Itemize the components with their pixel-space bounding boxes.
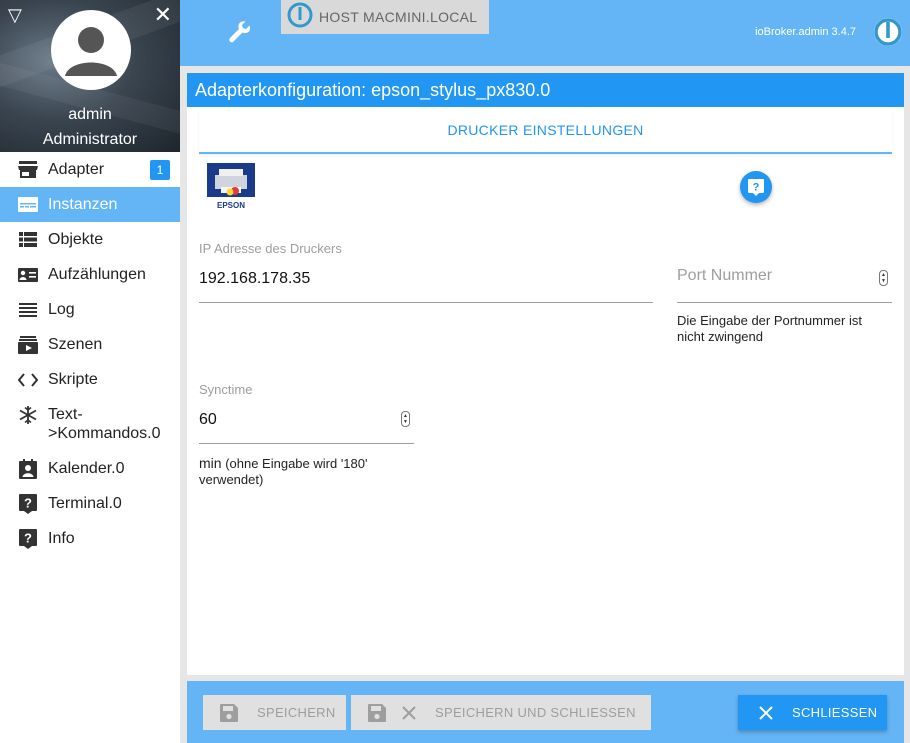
sidebar-item-skripte[interactable]: Skripte xyxy=(0,362,180,397)
synctime-label: Synctime xyxy=(199,382,253,397)
synctime-unit: min xyxy=(199,455,222,471)
avatar xyxy=(51,10,131,90)
close-button[interactable]: SCHLIESSEN xyxy=(738,695,887,730)
wrench-icon[interactable] xyxy=(228,20,252,44)
save-icon xyxy=(367,703,387,723)
synctime-helper-text: (ohne Eingabe wird '180' verwendet) xyxy=(199,456,368,487)
close-icon xyxy=(399,703,419,723)
synctime-underline xyxy=(199,443,414,444)
svg-text:?: ? xyxy=(753,181,760,193)
sidebar-item-terminal[interactable]: ? Terminal.0 xyxy=(0,486,180,521)
top-bar: HOST MACMINI.LOCAL ioBroker.admin 3.4.7 xyxy=(180,0,910,66)
synctime-input[interactable]: 60 xyxy=(199,411,217,429)
sidebar-nav: Adapter 1 Instanzen Objekte Aufzählungen xyxy=(0,152,180,556)
sidebar-item-text-kommandos[interactable]: Text->Kommandos.0 xyxy=(0,397,180,451)
version-label: ioBroker.admin 3.4.7 xyxy=(755,26,856,38)
user-role: Administrator xyxy=(42,131,138,148)
tab-bar: DRUCKER EINSTELLUNGEN xyxy=(199,107,892,154)
list-icon xyxy=(18,230,38,249)
host-label: HOST MACMINI.LOCAL xyxy=(319,9,478,25)
log-icon xyxy=(18,300,38,319)
sidebar: ▽ ✕ admin Administrator Adapter 1 Instan… xyxy=(0,0,180,743)
sidebar-item-log[interactable]: Log xyxy=(0,292,180,327)
code-icon xyxy=(18,370,38,389)
sidebar-item-label: Terminal.0 xyxy=(48,495,122,512)
save-close-label: SPEICHERN UND SCHLIESSEN xyxy=(435,705,636,720)
sidebar-item-label: Objekte xyxy=(48,231,104,248)
epson-adapter-logo: EPSON xyxy=(207,163,255,211)
sidebar-item-label: Adapter xyxy=(48,161,105,178)
sidebar-item-label: Skripte xyxy=(48,371,98,388)
save-and-close-button[interactable]: SPEICHERN UND SCHLIESSEN xyxy=(351,695,651,730)
ip-input[interactable]: 192.168.178.35 xyxy=(199,270,310,288)
instances-icon xyxy=(18,195,38,214)
sidebar-item-adapter[interactable]: Adapter 1 xyxy=(0,152,180,187)
user-profile: ▽ ✕ admin Administrator xyxy=(0,0,180,152)
sidebar-item-label: Text->Kommandos.0 xyxy=(48,406,161,442)
sidebar-item-label: Aufzählungen xyxy=(48,266,146,283)
close-icon xyxy=(756,703,776,723)
synctime-stepper-icon[interactable]: ▲ ▼ xyxy=(401,411,410,427)
snowflake-icon xyxy=(18,405,38,424)
close-label: SCHLIESSEN xyxy=(792,705,878,720)
sidebar-item-szenen[interactable]: Szenen xyxy=(0,327,180,362)
store-icon xyxy=(18,160,38,179)
port-stepper-icon[interactable]: ▲ ▼ xyxy=(879,270,888,286)
close-icon[interactable]: ✕ xyxy=(154,4,172,26)
svg-text:?: ? xyxy=(24,530,32,545)
host-selector[interactable]: HOST MACMINI.LOCAL xyxy=(281,0,489,34)
help-icon: ? xyxy=(18,493,38,514)
synctime-helper: min (ohne Eingabe wird '180' verwendet) xyxy=(199,455,414,488)
help-icon: ? xyxy=(18,528,38,549)
save-icon xyxy=(219,703,239,723)
help-icon: ? xyxy=(748,178,764,196)
ip-underline xyxy=(199,302,653,303)
config-title: Adapterkonfiguration: epson_stylus_px830… xyxy=(187,73,904,107)
iobroker-logo-icon xyxy=(287,2,313,33)
sidebar-item-aufzaehlungen[interactable]: Aufzählungen xyxy=(0,257,180,292)
help-button[interactable]: ? xyxy=(740,171,772,203)
enum-icon xyxy=(18,265,38,284)
badge: 1 xyxy=(150,160,170,180)
scenes-icon xyxy=(18,335,38,354)
port-underline xyxy=(677,302,892,303)
tab-drucker-einstellungen[interactable]: DRUCKER EINSTELLUNGEN xyxy=(199,107,892,154)
save-label: SPEICHERN xyxy=(257,705,336,720)
sidebar-item-label: Instanzen xyxy=(48,196,118,213)
sidebar-item-label: Szenen xyxy=(48,336,103,353)
sidebar-item-label: Info xyxy=(48,530,75,547)
ip-label: IP Adresse des Druckers xyxy=(199,241,342,256)
menu-toggle-icon[interactable]: ▽ xyxy=(8,6,22,24)
footer-bar: SPEICHERN SPEICHERN UND SCHLIESSEN SCHLI… xyxy=(187,681,904,743)
iobroker-logo-icon xyxy=(872,16,904,48)
sidebar-item-objekte[interactable]: Objekte xyxy=(0,222,180,257)
sidebar-item-info[interactable]: ? Info xyxy=(0,521,180,556)
sidebar-item-kalender[interactable]: Kalender.0 xyxy=(0,451,180,486)
user-name: admin xyxy=(68,106,112,123)
epson-logo-text: EPSON xyxy=(217,201,245,210)
config-panel: DRUCKER EINSTELLUNGEN EPSON ? IP Adresse… xyxy=(187,107,904,675)
port-helper: Die Eingabe der Portnummer ist nicht zwi… xyxy=(677,313,862,344)
save-button[interactable]: SPEICHERN xyxy=(203,695,346,730)
port-input[interactable]: Port Nummer xyxy=(677,267,772,285)
sidebar-item-label: Kalender.0 xyxy=(48,460,125,477)
svg-text:?: ? xyxy=(24,495,32,510)
sidebar-item-label: Log xyxy=(48,301,75,318)
calendar-icon xyxy=(18,458,38,479)
sidebar-item-instanzen[interactable]: Instanzen xyxy=(0,187,180,222)
